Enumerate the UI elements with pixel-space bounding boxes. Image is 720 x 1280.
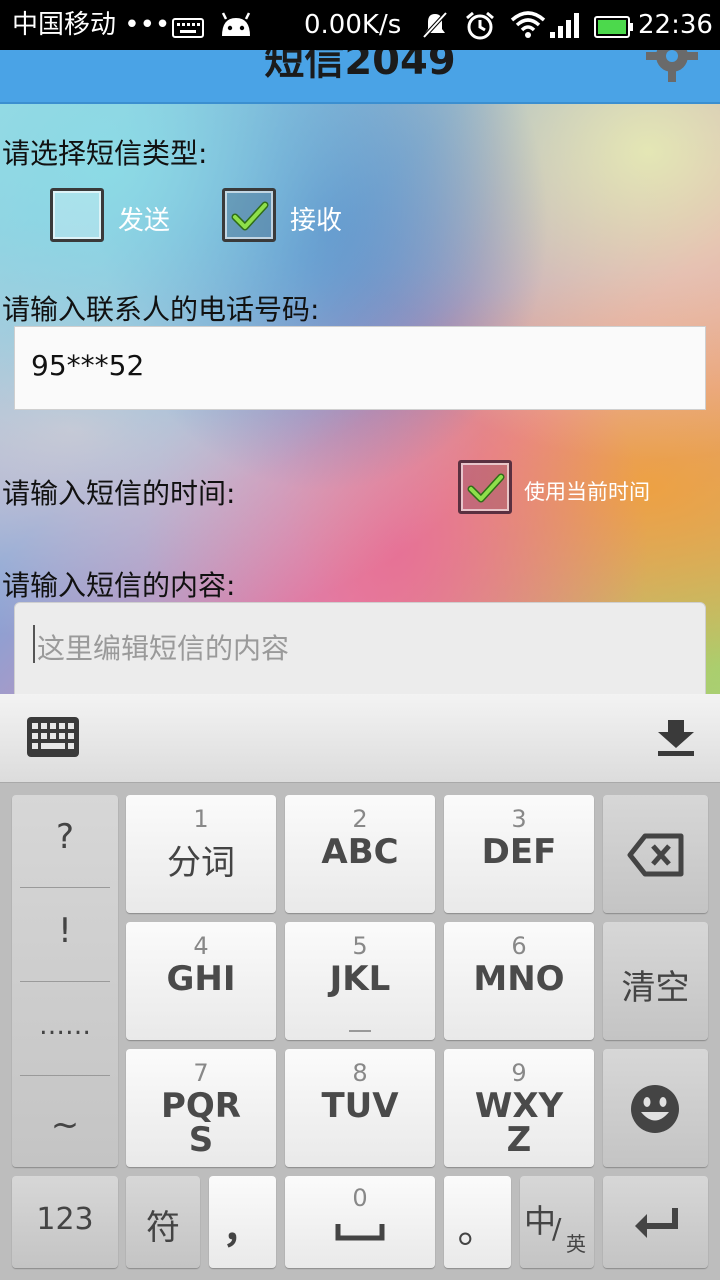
keyboard-status-icon — [172, 14, 204, 48]
key-3-label: DEF — [481, 832, 557, 872]
android-icon — [218, 10, 254, 47]
punct-tilde[interactable]: ~ — [12, 1105, 118, 1145]
use-current-time-checkbox[interactable] — [458, 460, 512, 514]
signal-icon — [548, 10, 584, 49]
key-9-number: 9 — [511, 1059, 527, 1087]
settings-gear-icon[interactable] — [644, 50, 700, 88]
space-key-number: 0 — [352, 1184, 368, 1212]
receive-checkbox[interactable] — [222, 188, 276, 242]
key-5-home-mark — [349, 1030, 371, 1032]
content-label: 请输入短信的内容: — [2, 569, 236, 602]
clear-key-label: 清空 — [621, 968, 690, 1008]
key-4[interactable]: 4 GHI — [126, 922, 276, 1040]
wifi-icon — [510, 10, 546, 49]
key-6[interactable]: 6 MNO — [444, 922, 594, 1040]
network-speed: 0.00K/s — [304, 10, 402, 40]
key-6-label: MNO — [473, 959, 565, 999]
alarm-icon — [464, 10, 496, 51]
key-8[interactable]: 8 TUV — [285, 1049, 435, 1167]
language-slash: / — [552, 1212, 562, 1245]
soft-keyboard: ? ! …… ~ 1 分词 2 ABC 3 DEF 4 GHI 5 JKL 6 … — [0, 694, 720, 1280]
app-bar: 短信2049 — [0, 50, 720, 104]
comma-key-label: ， — [222, 1206, 263, 1252]
clock-time: 22:36 — [638, 10, 713, 40]
receive-label[interactable]: 接收 — [290, 200, 342, 237]
text-cursor — [33, 625, 35, 663]
key-2-number: 2 — [352, 805, 368, 833]
period-key[interactable]: 。 — [444, 1176, 511, 1268]
space-bar-icon — [335, 1224, 385, 1241]
key-7-label: PQR S — [160, 1086, 241, 1160]
keyboard-toolbar — [0, 694, 720, 783]
key-1-number: 1 — [193, 805, 209, 833]
key-3[interactable]: 3 DEF — [444, 795, 594, 913]
key-5-label: JKL — [329, 959, 391, 999]
status-bar: 中国移动 ••• 0.00K/s 22:36 — [0, 0, 720, 50]
emoji-key[interactable] — [603, 1049, 708, 1167]
key-5[interactable]: 5 JKL — [285, 922, 435, 1040]
comma-key[interactable]: ， — [209, 1176, 276, 1268]
phone-input-value: 95***52 — [31, 349, 145, 382]
key-9[interactable]: 9 WXY Z — [444, 1049, 594, 1167]
key-8-number: 8 — [352, 1059, 368, 1087]
punct-question[interactable]: ? — [12, 817, 118, 857]
symbols-key-label: 符 — [146, 1208, 180, 1248]
key-5-number: 5 — [352, 932, 368, 960]
use-current-time-label[interactable]: 使用当前时间 — [524, 476, 650, 506]
send-label[interactable]: 发送 — [118, 200, 170, 237]
language-toggle-key[interactable]: 中 / 英 — [520, 1176, 594, 1268]
phone-label: 请输入联系人的电话号码: — [2, 293, 320, 326]
mute-icon — [420, 10, 450, 49]
numbers-toggle-label: 123 — [36, 1202, 94, 1237]
backspace-key[interactable] — [603, 795, 708, 913]
smiley-icon — [631, 1085, 679, 1133]
keyboard-layout-icon[interactable] — [26, 716, 80, 762]
checkmark-icon — [231, 201, 269, 231]
punct-ellipsis[interactable]: …… — [12, 1011, 118, 1041]
hide-keyboard-icon[interactable] — [656, 718, 696, 762]
checkmark-icon — [467, 473, 505, 503]
key-6-number: 6 — [511, 932, 527, 960]
key-2[interactable]: 2 ABC — [285, 795, 435, 913]
enter-key[interactable] — [603, 1176, 708, 1268]
language-sub-label: 英 — [566, 1232, 586, 1256]
key-7-number: 7 — [193, 1059, 209, 1087]
key-3-number: 3 — [511, 805, 527, 833]
time-label: 请输入短信的时间: — [2, 477, 236, 510]
space-key[interactable]: 0 — [285, 1176, 435, 1268]
period-key-label: 。 — [457, 1206, 498, 1252]
punctuation-column[interactable]: ? ! …… ~ — [12, 795, 118, 1167]
key-1-label: 分词 — [167, 843, 235, 883]
content-textarea[interactable]: 这里编辑短信的内容 — [14, 602, 706, 696]
content-placeholder: 这里编辑短信的内容 — [37, 632, 290, 665]
key-4-number: 4 — [193, 932, 209, 960]
key-1[interactable]: 1 分词 — [126, 795, 276, 913]
app-title: 短信2049 — [264, 50, 456, 84]
clear-key[interactable]: 清空 — [603, 922, 708, 1040]
phone-input[interactable]: 95***52 — [14, 326, 706, 410]
backspace-icon — [627, 833, 684, 877]
battery-icon — [594, 14, 634, 48]
key-7[interactable]: 7 PQR S — [126, 1049, 276, 1167]
key-8-label: TUV — [321, 1086, 399, 1126]
form-area: 请选择短信类型: 发送 接收 请输入联系人的电话号码: 95***52 请输入短… — [0, 104, 720, 696]
enter-icon — [635, 1208, 678, 1238]
send-checkbox[interactable] — [50, 188, 104, 242]
key-2-label: ABC — [321, 832, 399, 872]
sms-type-label: 请选择短信类型: — [2, 137, 208, 170]
key-4-label: GHI — [166, 959, 236, 999]
punct-exclaim[interactable]: ! — [12, 911, 118, 951]
key-9-label: WXY Z — [474, 1086, 564, 1160]
symbols-key[interactable]: 符 — [126, 1176, 200, 1268]
numbers-toggle-key[interactable]: 123 — [12, 1176, 118, 1268]
carrier-name: 中国移动 ••• — [12, 10, 171, 40]
